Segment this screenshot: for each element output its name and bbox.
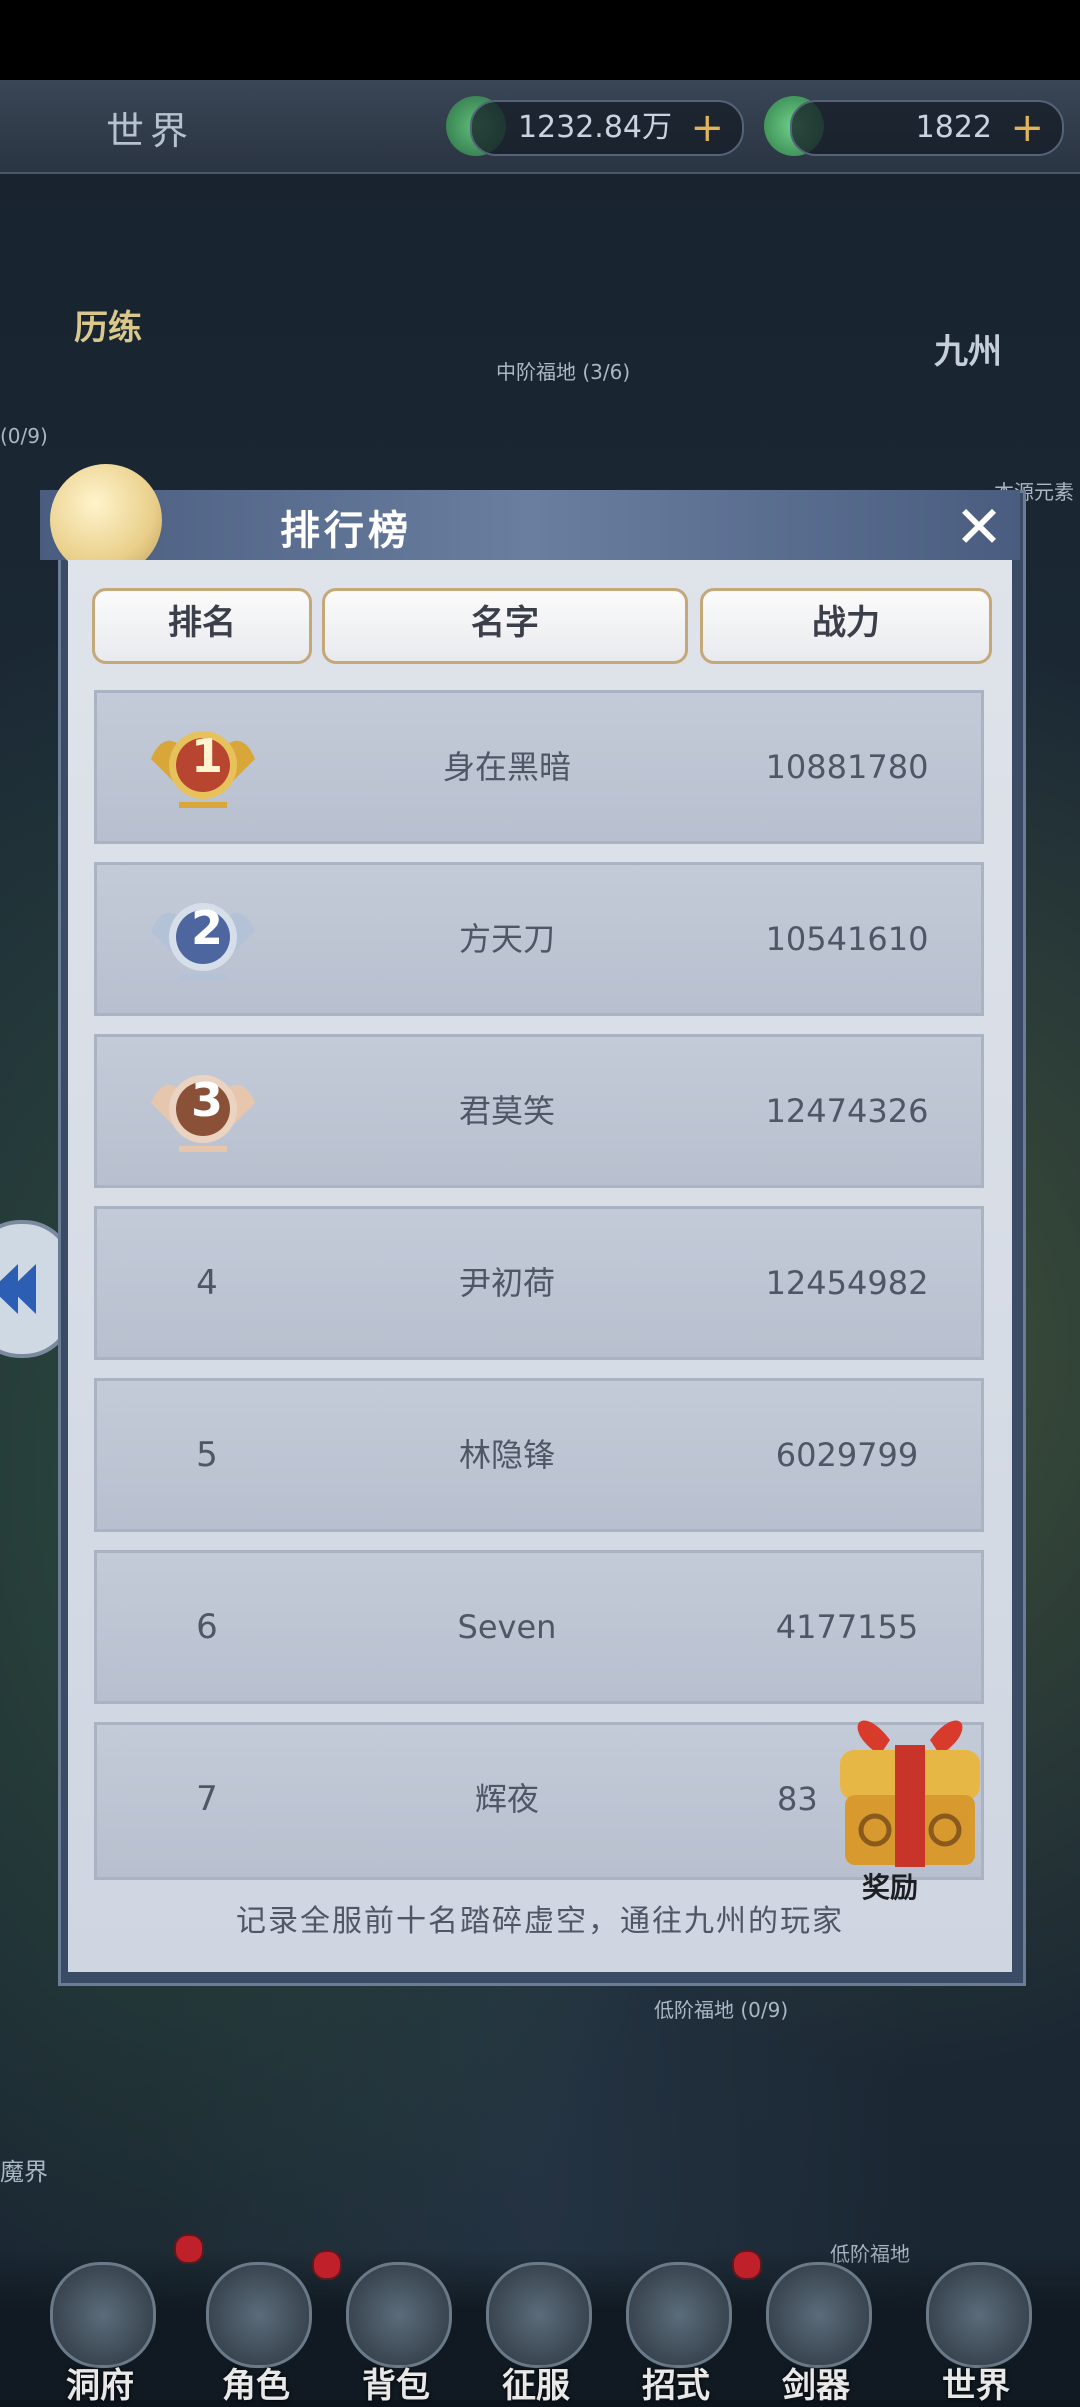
reward-chest-icon[interactable]	[820, 1700, 1000, 1890]
player-power: 12474326	[765, 1092, 929, 1130]
header-name: 名字	[322, 588, 688, 664]
notification-dot	[174, 2234, 204, 2264]
header-power: 战力	[700, 588, 992, 664]
rank-number: 4	[196, 1263, 218, 1303]
player-power: 4177155	[775, 1608, 919, 1646]
realm-label[interactable]: 魔界	[0, 2152, 48, 2187]
leaderboard-row[interactable]: 1 身在黑暗 10881780	[94, 690, 984, 844]
close-button[interactable]: ✕	[950, 498, 1008, 556]
chevron-left-icon	[0, 1264, 36, 1314]
player-power: 6029799	[775, 1436, 919, 1474]
scroll-icon	[626, 2262, 732, 2368]
leaderboard-row[interactable]: 5 林隐锋 6029799	[94, 1378, 984, 1532]
crossed-swords-icon	[486, 2262, 592, 2368]
leaderboard-row[interactable]: 6 Seven 4177155	[94, 1550, 984, 1704]
low-land-label[interactable]: 低阶福地 (0/9)	[654, 1994, 788, 2023]
jade-value: 1232.84万	[517, 110, 672, 145]
nav-conquer[interactable]: 征服	[476, 2262, 596, 2406]
world-map-icon	[926, 2262, 1032, 2368]
token-currency: 1822 +	[790, 100, 1064, 156]
nav-character[interactable]: 角色	[196, 2262, 316, 2406]
trial-label[interactable]: 历练	[74, 300, 142, 349]
add-token-button[interactable]: +	[1010, 102, 1044, 154]
status-bar	[0, 0, 1080, 80]
header-rank: 排名	[92, 588, 312, 664]
rank-number: 2	[190, 901, 223, 955]
player-name: Seven	[457, 1608, 557, 1646]
nav-world[interactable]: 世界	[916, 2262, 1036, 2406]
nav-sword[interactable]: 剑器	[756, 2262, 876, 2406]
player-name: 尹初荷	[458, 1264, 555, 1302]
leaderboard-row[interactable]: 4 尹初荷 12454982	[94, 1206, 984, 1360]
jiuzhou-label[interactable]: 九州	[934, 324, 1002, 373]
modal-title: 排行榜	[280, 508, 412, 554]
jade-currency: 1232.84万 +	[470, 100, 744, 156]
page-title: 世界	[106, 109, 195, 153]
leaderboard-row[interactable]: 2 方天刀 10541610	[94, 862, 984, 1016]
nav-skills[interactable]: 招式	[616, 2262, 736, 2406]
bag-icon	[346, 2262, 452, 2368]
nav-bag[interactable]: 背包	[336, 2262, 456, 2406]
player-name: 方天刀	[458, 920, 555, 958]
left-count-label: (0/9)	[0, 424, 48, 448]
rank-number: 7	[196, 1779, 218, 1819]
modal-header	[40, 490, 1020, 560]
leaderboard-row[interactable]: 3 君莫笑 12474326	[94, 1034, 984, 1188]
player-name: 林隐锋	[458, 1436, 555, 1474]
rank-number: 3	[190, 1073, 223, 1127]
mid-land-label[interactable]: 中阶福地 (3/6)	[496, 356, 630, 385]
cave-icon	[50, 2262, 156, 2368]
player-name: 身在黑暗	[442, 748, 571, 786]
leaderboard-footer: 记录全服前十名踏碎虚空，通往九州的玩家	[236, 1904, 844, 1939]
token-value: 1822	[915, 110, 992, 145]
add-jade-button[interactable]: +	[690, 102, 724, 154]
player-name: 辉夜	[474, 1780, 539, 1818]
player-power: 12454982	[765, 1264, 929, 1302]
player-power: 10541610	[765, 920, 929, 958]
character-icon	[206, 2262, 312, 2368]
rank-number: 6	[196, 1607, 218, 1647]
player-power: 10881780	[765, 748, 929, 786]
rank-number: 1	[190, 729, 223, 783]
rank-number: 5	[196, 1435, 218, 1475]
nav-cave[interactable]: 洞府	[40, 2262, 160, 2406]
player-name: 君莫笑	[458, 1092, 555, 1130]
sword-icon	[766, 2262, 872, 2368]
